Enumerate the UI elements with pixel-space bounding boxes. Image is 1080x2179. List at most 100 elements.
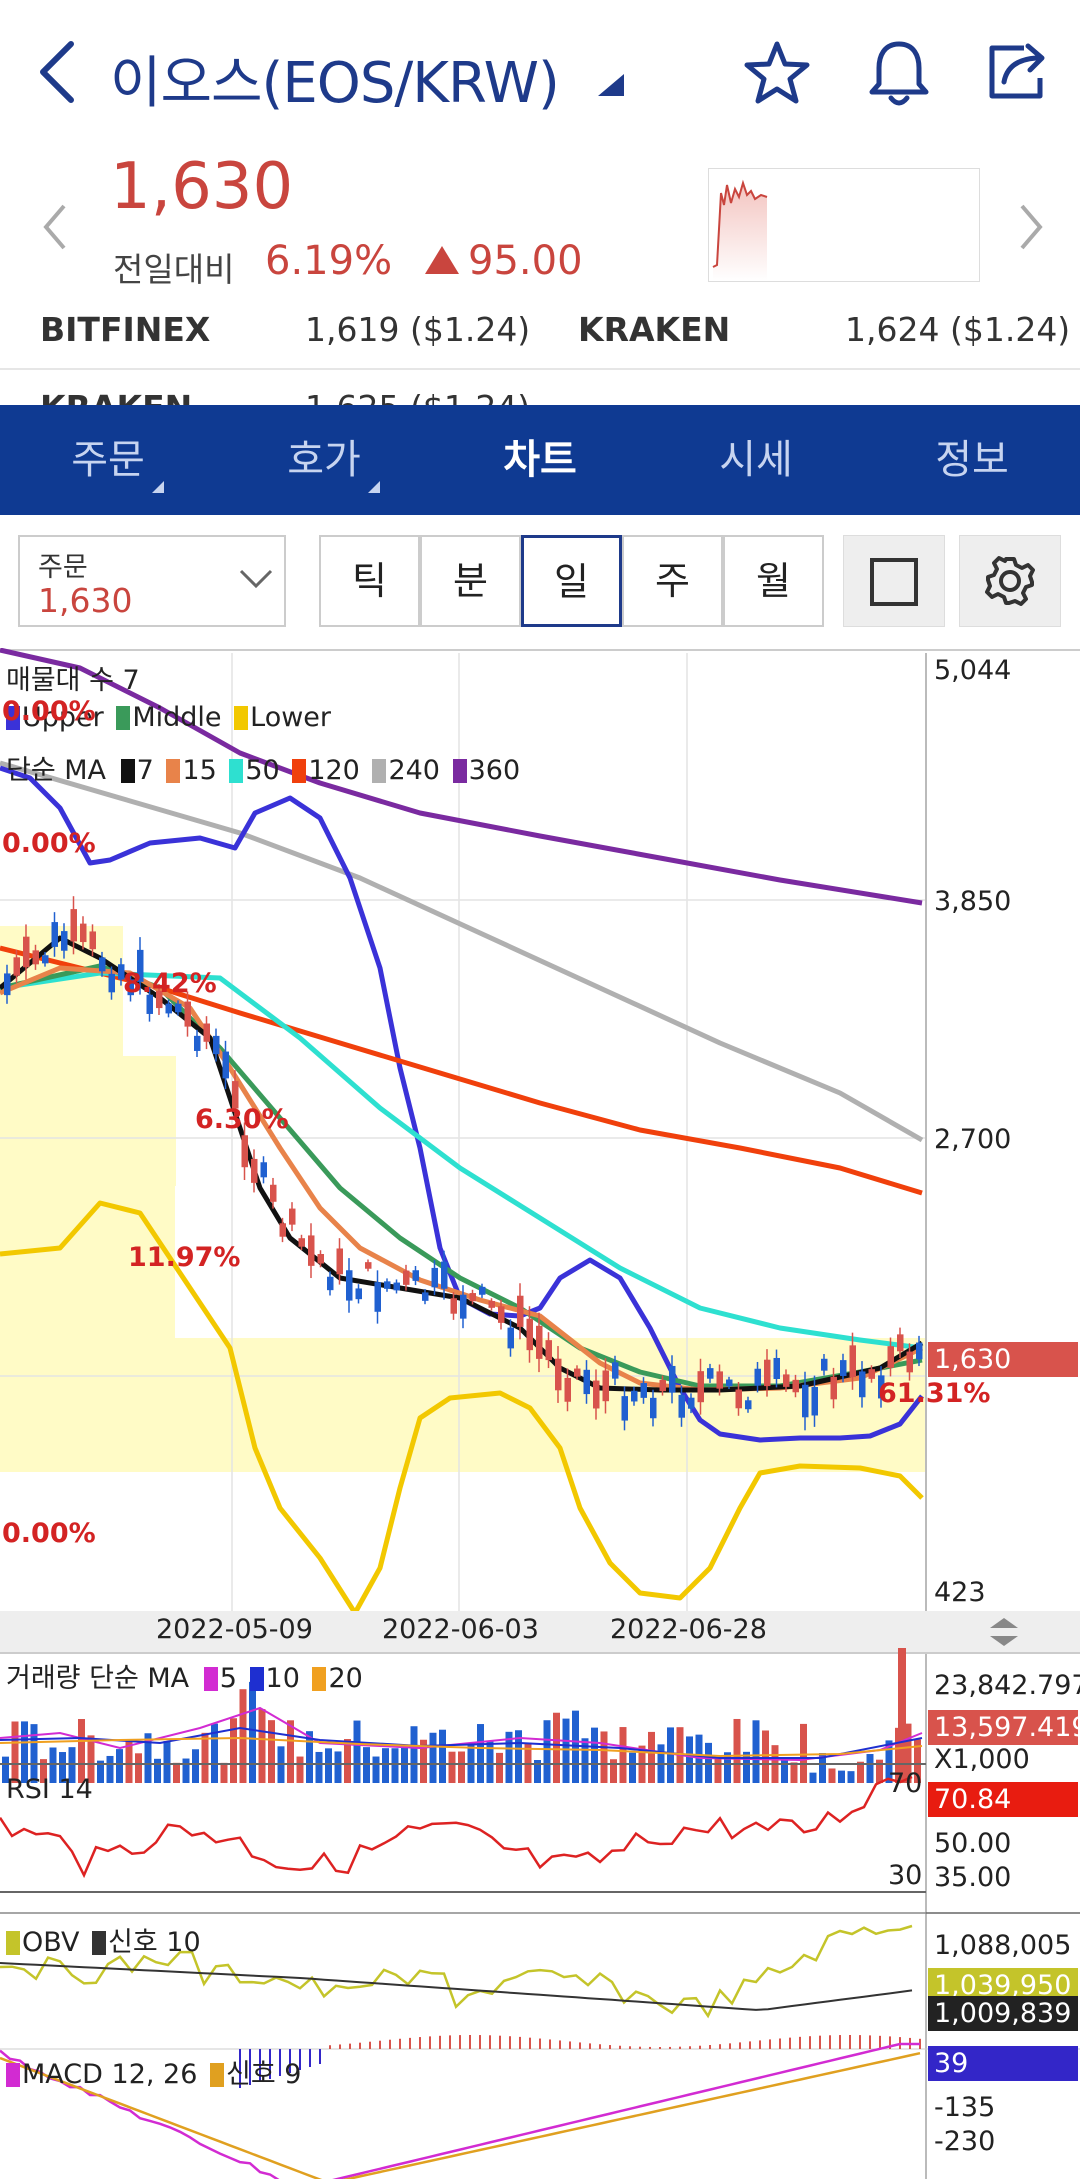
volume-current-tag: 13,597.419 [928, 1710, 1080, 1745]
profile-percent: 11.97% [128, 1242, 241, 1273]
candle [51, 922, 58, 947]
period-tick-button[interactable]: 틱 [319, 535, 420, 627]
macd-label: MACD 12, 26 [22, 2059, 198, 2090]
exchange-list: BITFINEX 1,619 ($1.24) KRAKEN 1,624 ($1.… [0, 300, 1080, 405]
candle [887, 1346, 894, 1368]
gear-icon [985, 556, 1035, 606]
page-title[interactable]: 이오스(EOS/KRW) [110, 38, 560, 119]
period-day-button[interactable]: 일 [521, 535, 622, 627]
tab-order[interactable]: 주문 [0, 405, 216, 515]
title-dropdown-caret-icon[interactable] [585, 74, 637, 96]
top-header: 이오스(EOS/KRW) [0, 0, 1080, 150]
chevron-left-icon[interactable] [35, 40, 79, 104]
order-dropdown[interactable]: 주문 1,630 [18, 535, 286, 627]
candle [593, 1380, 600, 1409]
candle [222, 1051, 229, 1079]
candle [108, 973, 115, 993]
chart-area[interactable]: 매물대 수 7 Upper Middle Lower 단순 MA 7 15 50… [0, 648, 1080, 2179]
candle [279, 1223, 286, 1237]
volume-bar [686, 1736, 693, 1783]
period-minute-button[interactable]: 분 [420, 535, 521, 627]
volume-bar [249, 1681, 256, 1783]
profile-percent: 6.30% [195, 1104, 289, 1135]
legend-swatch [116, 706, 131, 730]
volume-bar [610, 1759, 617, 1783]
candle [403, 1270, 410, 1285]
y-tick: 5,044 [934, 655, 1012, 686]
candle [564, 1377, 571, 1402]
volume-bar [543, 1720, 551, 1783]
period-week-button[interactable]: 주 [622, 535, 723, 627]
volume-bar [762, 1730, 769, 1783]
prev-arrow-icon[interactable] [40, 202, 70, 252]
change-value: 95.00 [468, 238, 583, 284]
volume-bar [429, 1732, 437, 1783]
resize-handle-icon[interactable] [986, 1614, 1022, 1650]
bell-icon[interactable] [864, 36, 934, 110]
ma-period: 10 [265, 1663, 300, 1694]
volume-bar [239, 1689, 247, 1783]
candle [61, 931, 68, 951]
candle [612, 1362, 619, 1379]
volume-bar [838, 1770, 845, 1783]
volume-bar [733, 1718, 741, 1783]
volume-bar [648, 1731, 655, 1783]
obv-legend: OBV 신호 10 [6, 1920, 201, 1959]
volume-bar [866, 1754, 874, 1783]
ma-period: 360 [468, 755, 521, 786]
candle [251, 1158, 258, 1183]
rsi-tick: 35.00 [934, 1862, 1012, 1893]
tab-menu-indicator-icon [368, 481, 380, 493]
candle [42, 955, 49, 964]
y-tick: 3,850 [934, 886, 1012, 917]
star-icon[interactable] [742, 38, 812, 108]
volume-bar [192, 1749, 199, 1783]
tab-market[interactable]: 시세 [648, 405, 864, 515]
candle [384, 1281, 391, 1289]
tab-info[interactable]: 정보 [864, 405, 1080, 515]
mini-chart[interactable] [708, 168, 980, 282]
obv-tick: 1,088,005 [934, 1930, 1072, 1961]
y-tick: 2,700 [934, 1124, 1012, 1155]
share-icon[interactable] [984, 38, 1054, 104]
volume-bar [163, 1741, 171, 1783]
volume-bar [334, 1751, 342, 1783]
candle [716, 1371, 723, 1389]
tab-orderbook[interactable]: 호가 [216, 405, 432, 515]
candle [374, 1282, 381, 1312]
period-month-button[interactable]: 월 [723, 535, 824, 627]
candle [203, 1023, 210, 1042]
candle [688, 1397, 695, 1409]
volume-bar [353, 1720, 361, 1783]
candle [897, 1334, 904, 1352]
current-price-tag: 1,630 [928, 1342, 1078, 1377]
candle [365, 1262, 372, 1269]
candle [545, 1340, 552, 1361]
candle [536, 1325, 543, 1359]
y-tick: 423 [934, 1577, 986, 1608]
volume-tick: 23,842.797 [934, 1670, 1080, 1701]
volume-bar [705, 1742, 712, 1783]
tab-bar: 주문 호가 차트 시세 정보 [0, 405, 1080, 515]
ma-period: 120 [308, 755, 360, 786]
ma-period: 15 [182, 755, 217, 786]
legend-swatch [234, 706, 249, 730]
next-arrow-icon[interactable] [1016, 202, 1046, 252]
candle [906, 1351, 913, 1373]
settings-button[interactable] [959, 535, 1061, 627]
fullscreen-button[interactable] [843, 535, 945, 627]
macd-current-tag: 39 [928, 2046, 1078, 2081]
candle [336, 1248, 343, 1275]
tab-label: 주문 [71, 437, 145, 483]
candle [80, 923, 87, 943]
tab-chart[interactable]: 차트 [432, 405, 648, 515]
profile-percent: 8.42% [123, 968, 217, 999]
profile-percent: 0.00% [2, 828, 96, 859]
volume-bar [828, 1768, 836, 1783]
candle [460, 1294, 467, 1319]
current-price: 1,630 [110, 150, 294, 224]
tab-label: 정보 [935, 437, 1009, 483]
volume-bar [410, 1726, 418, 1783]
candle [868, 1369, 875, 1379]
volume-bar [477, 1724, 484, 1783]
